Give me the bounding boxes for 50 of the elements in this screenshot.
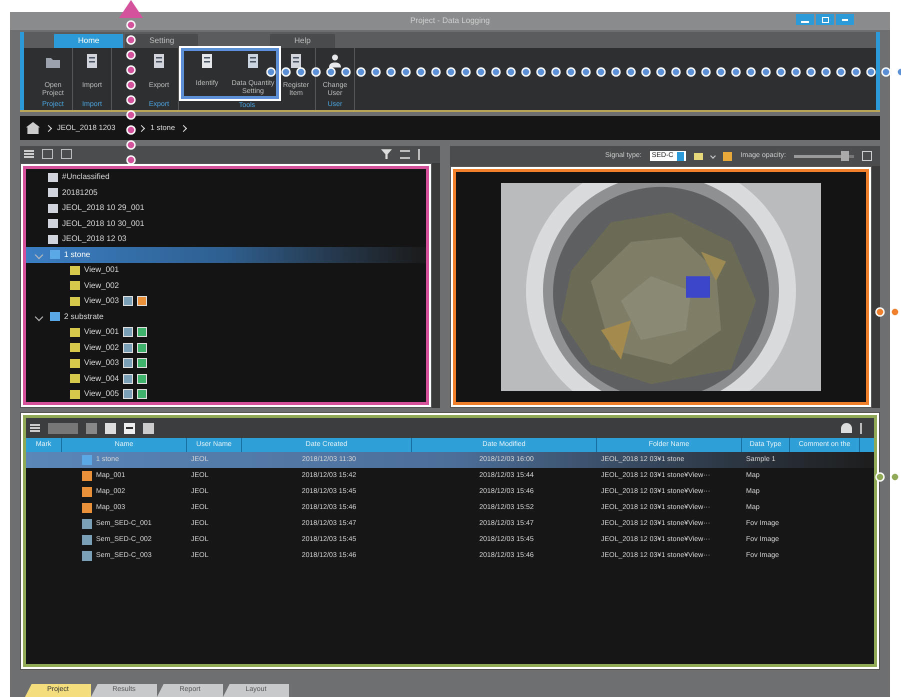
tree-label: 20181205 [62,186,98,199]
ribbon-tab[interactable]: Help [270,34,335,48]
tree-label: View_001 [84,264,119,276]
tree-item[interactable]: View_005 [26,386,426,402]
tree-label: View_002 [84,280,119,292]
tree-label: View_003 [84,357,119,370]
tree-item[interactable]: JEOL_2018 10 30_001 [26,216,426,232]
tree-label: #Unclassified [62,171,110,184]
tree-item[interactable]: 20181205 [26,185,426,200]
tree-item[interactable]: 2 substrate [26,309,426,324]
tree-item[interactable]: View_002 [26,278,426,294]
document-icon [87,54,97,68]
tree-item[interactable]: View_001 [26,262,426,278]
tree-label: View_002 [84,342,119,354]
tree-label: 1 stone [64,248,90,261]
tree-label: JEOL_2018 10 29_001 [62,202,144,214]
minimize-icon[interactable] [796,14,814,25]
menu-icon[interactable] [30,424,40,432]
tree-item[interactable]: View_004 [26,371,426,386]
tree-item[interactable]: JEOL_2018 10 29_001 [26,200,426,216]
home-icon[interactable] [26,122,40,134]
list-icon[interactable] [400,150,410,159]
tree-item[interactable]: View_003 [26,294,426,309]
maximize-icon[interactable] [816,14,834,25]
document-icon [248,54,258,68]
tree-item[interactable]: View_002 [26,340,426,356]
tree-label: JEOL_2018 12 03 [62,233,126,246]
ribbon-tab[interactable]: Setting [125,34,198,48]
window-title: Project - Data Logging [410,15,490,27]
document-icon [291,54,301,68]
tree-label: View_003 [84,295,119,308]
tree-label: View_005 [84,388,119,400]
tree-item[interactable]: View_001 [26,324,426,340]
tree-label: 2 substrate [64,310,104,323]
chevron-icon[interactable] [710,153,716,159]
tree-label: View_001 [84,326,119,338]
expand-icon[interactable] [862,151,872,161]
minus-icon[interactable] [124,422,135,434]
menu-icon[interactable] [24,150,34,158]
marker-icon[interactable] [694,152,704,160]
document-icon [202,54,212,68]
tree-item[interactable]: #Unclassified [26,170,426,185]
close-icon[interactable] [836,14,854,25]
tree-item[interactable]: JEOL_2018 12 03 [26,232,426,247]
document-icon [154,54,164,68]
tree-item[interactable]: 1 stone [26,247,426,262]
user-icon [329,54,341,68]
tree-label: View_004 [84,372,119,385]
tree-item[interactable]: View_003 [26,356,426,371]
tree-label: JEOL_2018 10 30_001 [62,218,144,230]
